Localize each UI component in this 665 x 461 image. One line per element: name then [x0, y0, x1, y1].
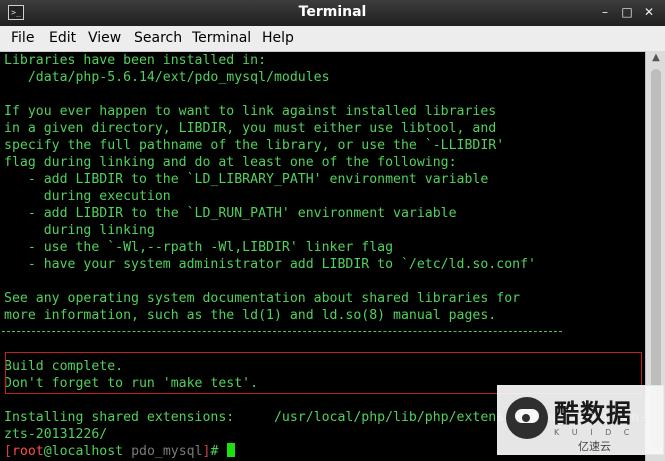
- prompt-open-bracket: [: [4, 444, 12, 459]
- prompt-user: root: [11, 444, 44, 459]
- logo-icon: [506, 397, 548, 439]
- terminal-line: during execution: [4, 189, 171, 204]
- chevron-up-icon[interactable]: ▲: [646, 52, 665, 66]
- prompt-close-bracket: ]: [202, 444, 211, 459]
- separator-line: [2, 331, 562, 332]
- terminal-line: See any operating system documentation a…: [4, 291, 521, 306]
- prompt-host: @localhost: [43, 444, 124, 459]
- terminal-line: Libraries have been installed in:: [4, 53, 267, 68]
- terminal-line: more information, such as the ld(1) and …: [4, 308, 497, 323]
- terminal-line: during linking: [4, 223, 155, 238]
- terminal-line: - have your system administrator add LIB…: [4, 257, 536, 272]
- menu-search[interactable]: Search: [134, 30, 182, 46]
- terminal-window: >_ Terminal – □ ✕ File Edit View Search …: [0, 0, 665, 461]
- terminal-line: in a given directory, LIBDIR, you must e…: [4, 121, 497, 136]
- watermark-tagline: 亿速云: [578, 440, 611, 453]
- menu-help[interactable]: Help: [262, 30, 294, 46]
- menu-view[interactable]: View: [88, 30, 121, 46]
- menu-edit[interactable]: Edit: [49, 30, 76, 46]
- terminal-line: flag during linking and do at least one …: [4, 155, 457, 170]
- title-bar[interactable]: >_ Terminal – □ ✕: [0, 0, 665, 26]
- menu-terminal[interactable]: Terminal: [192, 30, 251, 46]
- terminal-line: /data/php-5.6.14/ext/pdo_mysql/modules: [4, 70, 330, 85]
- menu-file[interactable]: File: [11, 30, 34, 46]
- close-icon[interactable]: ✕: [641, 4, 657, 20]
- terminal-line: zts-20131226/: [4, 427, 108, 442]
- terminal-line: - use the `-Wl,--rpath -Wl,LIBDIR' linke…: [4, 240, 394, 255]
- terminal-line: specify the full pathname of the library…: [4, 138, 505, 153]
- menu-bar: File Edit View Search Terminal Help: [0, 26, 665, 52]
- terminal-line: If you ever happen to want to link again…: [4, 104, 497, 119]
- window-title: Terminal: [298, 4, 367, 20]
- watermark-letters: K U I D C: [554, 428, 635, 437]
- terminal-line: - add LIBDIR to the `LD_RUN_PATH' enviro…: [4, 206, 457, 221]
- minimize-icon[interactable]: –: [597, 4, 613, 20]
- terminal-line: - add LIBDIR to the `LD_LIBRARY_PATH' en…: [4, 172, 489, 187]
- watermark-logo: 酷数据 K U I D C 亿速云: [497, 385, 664, 455]
- prompt-cwd: pdo_mysql: [131, 444, 203, 459]
- cursor: [227, 443, 236, 457]
- shell-prompt[interactable]: [root@localhost pdo_mysql]#: [4, 443, 236, 461]
- maximize-icon[interactable]: □: [619, 4, 635, 20]
- watermark-title: 酷数据: [554, 399, 633, 428]
- prompt-symbol: #: [210, 444, 227, 459]
